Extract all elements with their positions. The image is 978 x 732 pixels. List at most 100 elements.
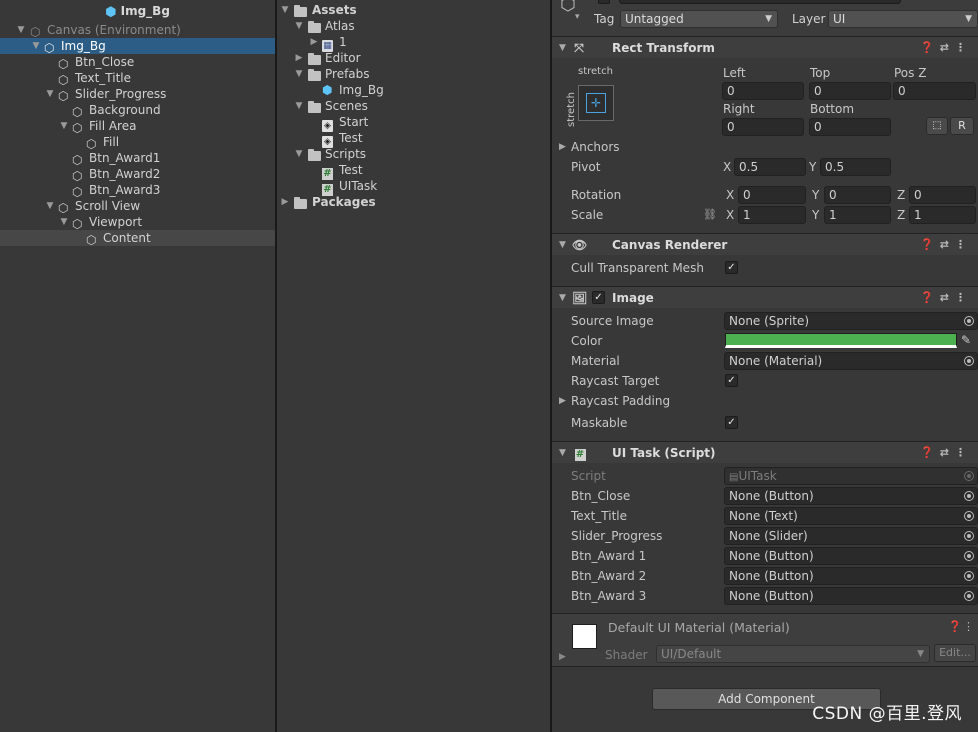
shader-edit-button[interactable]: Edit... bbox=[934, 644, 976, 662]
scale-x-field[interactable]: 1 bbox=[738, 206, 806, 224]
expand-arrow-icon[interactable]: ▼ bbox=[280, 2, 290, 18]
project-item-atlas-1[interactable]: ▶ ▦ 1 bbox=[277, 34, 550, 52]
menu-kebab-icon[interactable]: ⋮ bbox=[955, 238, 972, 251]
menu-kebab-icon[interactable]: ⋮ bbox=[955, 291, 972, 304]
expand-arrow-icon[interactable]: ▼ bbox=[294, 66, 304, 82]
bottom-field[interactable]: 0 bbox=[809, 118, 891, 136]
help-icon[interactable]: ❓ bbox=[948, 620, 962, 633]
collapse-arrow-icon[interactable]: ▶ bbox=[280, 194, 290, 210]
rotation-y-field[interactable]: 0 bbox=[824, 186, 891, 204]
material-field[interactable]: None (Material) bbox=[724, 352, 978, 370]
expand-arrow-icon[interactable]: ▼ bbox=[31, 38, 41, 54]
hierarchy-item-fill[interactable]: ⬡ Fill bbox=[0, 134, 275, 151]
posz-field[interactable]: 0 bbox=[893, 82, 976, 100]
project-item-scene-start[interactable]: ◈ Start bbox=[277, 114, 550, 132]
collapse-arrow-icon[interactable]: ▶ bbox=[294, 50, 304, 66]
btn-award2-field[interactable]: None (Button) bbox=[724, 567, 978, 585]
expand-arrow-icon[interactable]: ▼ bbox=[16, 22, 26, 38]
menu-kebab-icon[interactable]: ⋮ bbox=[955, 446, 972, 459]
icon-dropdown-arrow-icon[interactable]: ▾ bbox=[575, 12, 580, 22]
scale-y-field[interactable]: 1 bbox=[824, 206, 891, 224]
project-item-prefabs[interactable]: ▼ Prefabs bbox=[277, 66, 550, 82]
constrain-proportions-link-icon[interactable]: ⛓ bbox=[703, 206, 717, 224]
left-field[interactable]: 0 bbox=[722, 82, 804, 100]
preset-icon[interactable]: ⇄ bbox=[940, 41, 955, 54]
expand-arrow-icon[interactable]: ▼ bbox=[45, 86, 55, 102]
object-picker-icon[interactable] bbox=[964, 591, 974, 601]
layer-dropdown[interactable]: UI ▼ bbox=[828, 10, 978, 28]
tag-dropdown[interactable]: Untagged ▼ bbox=[620, 10, 778, 28]
hierarchy-item-btn-award3[interactable]: ⬡ Btn_Award3 bbox=[0, 182, 275, 199]
hierarchy-item-text-title[interactable]: ⬡ Text_Title bbox=[0, 70, 275, 87]
btn-close-field[interactable]: None (Button) bbox=[724, 487, 978, 505]
foldout-arrow-icon[interactable]: ▼ bbox=[559, 442, 566, 464]
hierarchy-item-scroll-view[interactable]: ▼ ⬡ Scroll View bbox=[0, 198, 275, 215]
hierarchy-item-btn-award2[interactable]: ⬡ Btn_Award2 bbox=[0, 166, 275, 183]
hierarchy-item-viewport[interactable]: ▼ ⬡ Viewport bbox=[0, 214, 275, 231]
rotation-z-field[interactable]: 0 bbox=[909, 186, 976, 204]
help-icon[interactable]: ❓ bbox=[920, 446, 940, 459]
menu-kebab-icon[interactable]: ⋮ bbox=[955, 41, 972, 54]
hierarchy-item-content[interactable]: ⬡ Content bbox=[0, 230, 275, 247]
project-item-atlas[interactable]: ▼ Atlas bbox=[277, 18, 550, 34]
hierarchy-item-btn-close[interactable]: ⬡ Btn_Close bbox=[0, 54, 275, 71]
raw-edit-button[interactable]: R bbox=[950, 117, 974, 135]
shader-dropdown[interactable]: UI/Default ▼ bbox=[656, 645, 930, 663]
help-icon[interactable]: ❓ bbox=[920, 41, 940, 54]
top-field[interactable]: 0 bbox=[809, 82, 891, 100]
preset-icon[interactable]: ⇄ bbox=[940, 446, 955, 459]
project-item-packages[interactable]: ▶ Packages bbox=[277, 194, 550, 210]
project-item-scripts[interactable]: ▼ Scripts bbox=[277, 146, 550, 162]
anchor-preset-button[interactable]: ✛ bbox=[578, 85, 614, 121]
project-item-script-test[interactable]: # Test bbox=[277, 162, 550, 180]
project-item-editor[interactable]: ▶ Editor bbox=[277, 50, 550, 66]
hierarchy-item-btn-award1[interactable]: ⬡ Btn_Award1 bbox=[0, 150, 275, 167]
object-name-field[interactable] bbox=[619, 0, 901, 4]
expand-arrow-icon[interactable]: ▼ bbox=[294, 98, 304, 114]
image-header[interactable]: ▼ 🖼 ✓ Image ❓⇄⋮ bbox=[552, 286, 978, 308]
hierarchy-item-img-bg[interactable]: ▼ ⬡ Img_Bg bbox=[0, 38, 275, 55]
ui-task-header[interactable]: ▼ # UI Task (Script) ❓⇄⋮ bbox=[552, 441, 978, 463]
project-item-assets[interactable]: ▼ Assets bbox=[277, 2, 550, 18]
project-item-img-bg-prefab[interactable]: ⬢ Img_Bg bbox=[277, 82, 550, 98]
foldout-arrow-icon[interactable]: ▶ bbox=[559, 396, 566, 406]
foldout-arrow-icon[interactable]: ▼ bbox=[559, 287, 566, 309]
hierarchy-item-fill-area[interactable]: ▼ ⬡ Fill Area bbox=[0, 118, 275, 135]
project-item-script-uitask[interactable]: # UITask bbox=[277, 178, 550, 196]
anchors-label[interactable]: Anchors bbox=[571, 138, 620, 156]
project-item-scenes[interactable]: ▼ Scenes bbox=[277, 98, 550, 114]
scale-z-field[interactable]: 1 bbox=[909, 206, 976, 224]
slider-progress-field[interactable]: None (Slider) bbox=[724, 527, 978, 545]
hierarchy-item-canvas[interactable]: ▼ ⬡ Canvas (Environment) bbox=[0, 22, 275, 39]
eyedropper-icon[interactable]: ✎ bbox=[961, 333, 971, 347]
preset-icon[interactable]: ⇄ bbox=[940, 291, 955, 304]
image-enabled-checkbox[interactable]: ✓ bbox=[592, 291, 605, 304]
cull-transparent-mesh-checkbox[interactable]: ✓ bbox=[725, 261, 738, 274]
preset-icon[interactable]: ⇄ bbox=[940, 238, 955, 251]
raycast-target-checkbox[interactable]: ✓ bbox=[725, 374, 738, 387]
expand-arrow-icon[interactable]: ▼ bbox=[45, 198, 55, 214]
object-picker-icon[interactable] bbox=[964, 571, 974, 581]
pivot-y-field[interactable]: 0.5 bbox=[820, 158, 891, 176]
source-image-field[interactable]: None (Sprite) bbox=[724, 312, 978, 330]
foldout-arrow-icon[interactable]: ▼ bbox=[559, 234, 566, 256]
rotation-x-field[interactable]: 0 bbox=[738, 186, 806, 204]
raycast-padding-label[interactable]: Raycast Padding bbox=[571, 392, 670, 410]
canvas-renderer-header[interactable]: ▼ 👁 Canvas Renderer ❓⇄⋮ bbox=[552, 233, 978, 255]
help-icon[interactable]: ❓ bbox=[920, 238, 940, 251]
foldout-arrow-icon[interactable]: ▶ bbox=[559, 652, 566, 662]
pivot-x-field[interactable]: 0.5 bbox=[734, 158, 806, 176]
collapse-arrow-icon[interactable]: ▶ bbox=[309, 34, 319, 50]
color-swatch[interactable] bbox=[725, 333, 957, 348]
expand-arrow-icon[interactable]: ▼ bbox=[59, 118, 69, 134]
blueprint-mode-button[interactable]: ⬚ bbox=[926, 117, 948, 135]
object-picker-icon[interactable] bbox=[964, 356, 974, 366]
right-field[interactable]: 0 bbox=[722, 118, 804, 136]
menu-kebab-icon[interactable]: ⋮ bbox=[963, 620, 974, 633]
object-picker-icon[interactable] bbox=[964, 316, 974, 326]
help-icon[interactable]: ❓ bbox=[920, 291, 940, 304]
object-picker-icon[interactable] bbox=[964, 491, 974, 501]
expand-arrow-icon[interactable]: ▼ bbox=[294, 146, 304, 162]
hierarchy-item-slider-progress[interactable]: ▼ ⬡ Slider_Progress bbox=[0, 86, 275, 103]
object-picker-icon[interactable] bbox=[964, 531, 974, 541]
